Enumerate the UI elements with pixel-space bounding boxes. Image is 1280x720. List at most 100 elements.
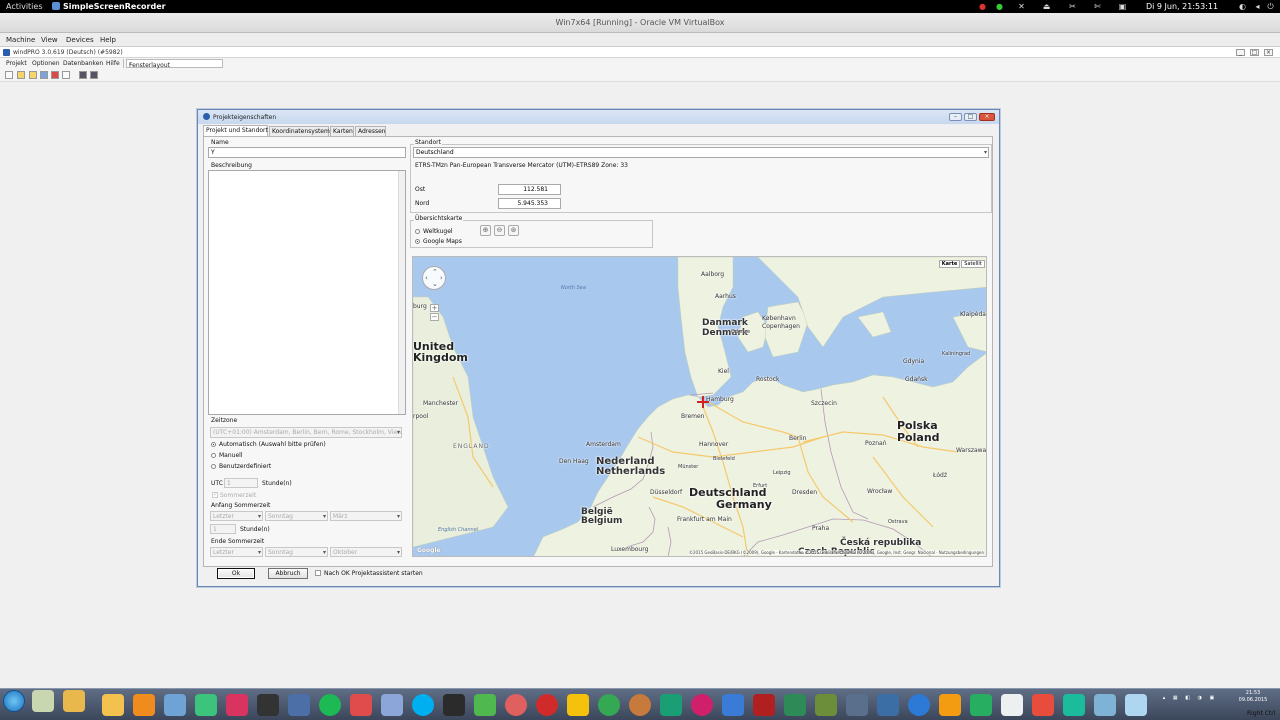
filezilla-icon[interactable] [753,694,775,716]
spotify-tray-icon[interactable]: ● [995,2,1004,11]
minimize-button[interactable]: _ [1236,49,1245,56]
dialog-close-button[interactable]: × [979,113,995,121]
folder-icon[interactable] [29,71,37,79]
document-icon[interactable] [1094,694,1116,716]
monitor-icon[interactable] [660,694,682,716]
explorer-icon[interactable] [32,690,54,712]
ok-button[interactable]: Ok [217,568,255,579]
menu-help[interactable]: Help [100,36,116,44]
dialog-minimize-button[interactable]: – [949,113,962,121]
signature-icon[interactable] [1001,694,1023,716]
virtualbox-icon[interactable] [381,694,403,716]
scissors-icon[interactable]: ✂ [1068,2,1077,11]
wizard-checkbox[interactable] [315,570,321,576]
dst-end-week-select[interactable]: Letzter ▾ [210,547,263,557]
east-input[interactable]: 112.581 [498,184,561,195]
open-icon[interactable] [17,71,25,79]
app-menu[interactable]: SimpleScreenRecorder [63,2,166,11]
binoculars-icon[interactable] [79,71,87,79]
activities-button[interactable]: Activities [6,2,43,11]
nvidia-icon[interactable] [815,694,837,716]
start-button[interactable] [3,690,25,712]
power-icon[interactable]: ⏻ [1266,2,1275,11]
google-maps-radio[interactable] [415,239,420,244]
dst-hours-input[interactable]: 1 [210,524,236,534]
binoculars-icon-2[interactable] [90,71,98,79]
drive-icon[interactable] [598,694,620,716]
teamviewer-icon[interactable] [877,694,899,716]
dst-start-week-select[interactable]: Letzter ▾ [210,511,263,521]
chrome-icon[interactable] [164,694,186,716]
network-app-icon[interactable] [722,694,744,716]
sheets-icon[interactable] [970,694,992,716]
country-select[interactable]: Deutschland ▾ [413,147,989,158]
menu-optionen[interactable]: Optionen [32,60,60,67]
summer-time-checkbox[interactable] [212,491,218,498]
menu-datenbanken[interactable]: Datenbanken [63,60,103,67]
map-zoom-in-button[interactable]: + [430,304,439,312]
timezone-select[interactable]: (UTC+01:00) Amsterdam, Berlin, Bern, Rom… [210,427,402,438]
camera-icon[interactable] [846,694,868,716]
close-button[interactable]: × [1264,49,1273,56]
network-icon[interactable]: ◐ [1238,2,1247,11]
drop-icon[interactable] [908,694,930,716]
zoom-in-icon[interactable]: ⊕ [480,225,491,236]
tray-icons[interactable]: ▴ ▦ ◧ ◑ ▣ [1160,695,1220,701]
media-player-icon[interactable] [63,690,85,712]
delete-icon[interactable] [51,71,59,79]
layout-combo[interactable]: Fensterlayout ▾ [126,59,223,69]
terminal-icon[interactable] [257,694,279,716]
record-icon[interactable]: ● [978,2,987,11]
todo-icon[interactable] [350,694,372,716]
skype-icon[interactable] [412,694,434,716]
globe-app-icon[interactable] [288,694,310,716]
new-icon[interactable] [5,71,13,79]
play-icon[interactable] [567,694,589,716]
x-icon[interactable] [226,694,248,716]
app-red-icon[interactable] [536,694,558,716]
tz-manual-radio[interactable] [211,453,216,458]
steam-icon[interactable] [443,694,465,716]
dst-start-day-select[interactable]: Sonntag ▾ [265,511,328,521]
map-zoom-out-button[interactable]: − [430,313,439,321]
eject-icon[interactable]: ⏏ [1042,2,1051,11]
menu-view[interactable]: View [41,36,58,44]
name-input[interactable]: Y [208,147,406,158]
tz-custom-radio[interactable] [211,464,216,469]
pan-left-icon[interactable]: ‹ [425,274,428,282]
spotify-icon[interactable] [319,694,341,716]
description-textarea[interactable] [208,170,406,415]
maximize-button[interactable]: □ [1250,49,1259,56]
cancel-button[interactable]: Abbruch [268,568,308,579]
close-icon[interactable]: ✕ [1017,2,1026,11]
toggle-icon[interactable] [784,694,806,716]
globe-icon[interactable]: ⊛ [508,225,519,236]
blender-icon[interactable] [629,694,651,716]
volume-icon[interactable]: ◂ [1253,2,1262,11]
menu-devices[interactable]: Devices [66,36,94,44]
tab-coordinate-system[interactable]: Koordinatensystem [269,126,330,136]
grid-icon[interactable] [1063,694,1085,716]
clock[interactable]: Di 9 Jun, 21:53:11 [1146,2,1218,11]
taskbar-clock[interactable]: 21:53 09.06.2015 [1236,689,1270,704]
chat-icon[interactable] [195,694,217,716]
map-type-karte-button[interactable]: Karte [939,260,960,268]
utc-input[interactable]: 1 [224,478,258,488]
recorder-icon[interactable] [505,694,527,716]
save-icon[interactable] [40,71,48,79]
tz-auto-radio[interactable] [211,442,216,447]
image-viewer-icon[interactable] [1125,694,1147,716]
pan-up-icon[interactable]: ⌃ [432,268,438,276]
pdf-icon[interactable] [1032,694,1054,716]
menu-hilfe[interactable]: Hilfe [106,60,120,67]
tray-icon[interactable]: ▣ [1118,2,1127,11]
north-input[interactable]: 5.945.353 [498,198,561,209]
dialog-maximize-button[interactable]: □ [964,113,977,121]
description-scrollbar[interactable] [398,171,405,414]
menu-projekt[interactable]: Projekt [6,60,27,67]
tab-project-location[interactable]: Projekt und Standort [203,125,268,136]
editor-icon[interactable] [474,694,496,716]
dst-start-month-select[interactable]: März ▾ [330,511,402,521]
notes-icon[interactable] [939,694,961,716]
files-icon[interactable] [102,694,124,716]
